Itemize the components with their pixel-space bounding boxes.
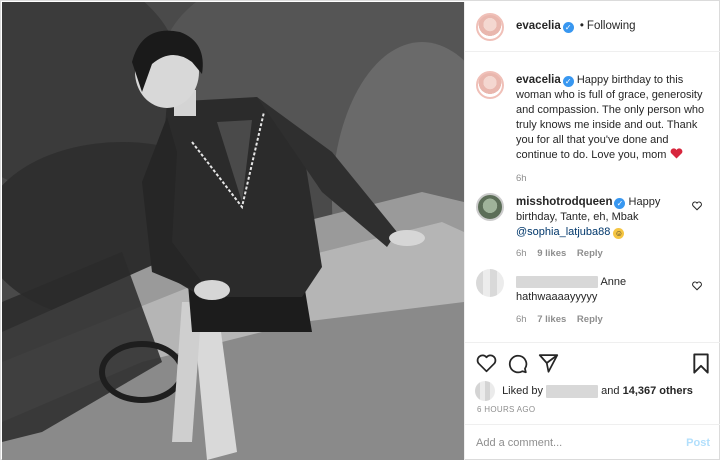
red-heart-emoji — [670, 148, 682, 159]
comment-username-blurred[interactable] — [516, 276, 598, 289]
verified-icon: ✓ — [562, 76, 574, 87]
post-button[interactable]: Post — [686, 437, 710, 449]
liker-username-blurred[interactable] — [546, 384, 599, 398]
post-timestamp[interactable]: 6 HOURS AGO — [477, 405, 535, 414]
liker-avatar[interactable] — [475, 381, 495, 401]
post-side-panel: evacelia ✓ • Following evacelia ✓ Happy bi… — [464, 2, 720, 460]
author-username[interactable]: evacelia — [516, 20, 561, 32]
heart-icon[interactable] — [476, 353, 497, 373]
comment-avatar[interactable] — [476, 269, 504, 297]
reply-button[interactable]: Reply — [577, 314, 603, 325]
author-avatar[interactable] — [476, 13, 504, 41]
add-comment-bar: Add a comment... Post — [465, 424, 720, 460]
caption-time[interactable]: 6h — [516, 171, 712, 186]
post-modal: evacelia ✓ • Following evacelia ✓ Happy bi… — [0, 0, 720, 460]
comment-mention[interactable]: @sophia_latjuba88 — [516, 226, 610, 238]
comment-username[interactable]: misshotrodqueen — [516, 196, 612, 208]
comment-avatar[interactable] — [476, 193, 504, 221]
comment-icon[interactable] — [507, 353, 528, 374]
photo-illustration — [2, 2, 464, 460]
share-icon[interactable] — [538, 353, 559, 373]
comment-meta: 6h 7 likes Reply — [516, 312, 686, 327]
comment-input[interactable]: Add a comment... — [476, 437, 562, 449]
verified-icon: ✓ — [562, 22, 574, 33]
post-header: evacelia ✓ • Following — [465, 2, 720, 52]
bookmark-icon[interactable] — [692, 353, 710, 374]
likes-count[interactable]: 14,367 others — [623, 385, 693, 397]
comment-likes[interactable]: 7 likes — [537, 314, 566, 325]
comment-like-heart-icon[interactable] — [692, 281, 702, 291]
verified-icon: ✓ — [614, 198, 626, 209]
reply-button[interactable]: Reply — [577, 248, 603, 259]
header-meta: evacelia ✓ • Following — [516, 20, 636, 33]
caption-username[interactable]: evacelia — [516, 74, 561, 86]
comment-item: Anne hathwaaaayyyyy 6h 7 likes Reply — [516, 275, 686, 327]
liked-by-and: and — [601, 384, 620, 397]
action-bar — [465, 342, 720, 382]
liked-by-prefix: Liked by — [502, 384, 544, 397]
likes-summary: Liked by and 14,367 others — [475, 381, 693, 401]
comment-likes[interactable]: 9 likes — [537, 248, 566, 259]
post-photo[interactable] — [2, 2, 464, 460]
following-button[interactable]: Following — [587, 20, 636, 32]
comment-meta: 6h 9 likes Reply — [516, 246, 686, 261]
comment-time[interactable]: 6h — [516, 248, 527, 259]
comment-like-heart-icon[interactable] — [692, 201, 702, 211]
caption-avatar[interactable] — [476, 71, 504, 99]
comment-time[interactable]: 6h — [516, 314, 527, 325]
caption: evacelia ✓ Happy birthday to this woman w… — [516, 73, 712, 186]
comment-item: misshotrodqueen ✓ Happy birthday, Tante, … — [516, 195, 686, 261]
header-separator: • — [579, 20, 584, 32]
emoji-face: ☺ — [613, 228, 625, 239]
